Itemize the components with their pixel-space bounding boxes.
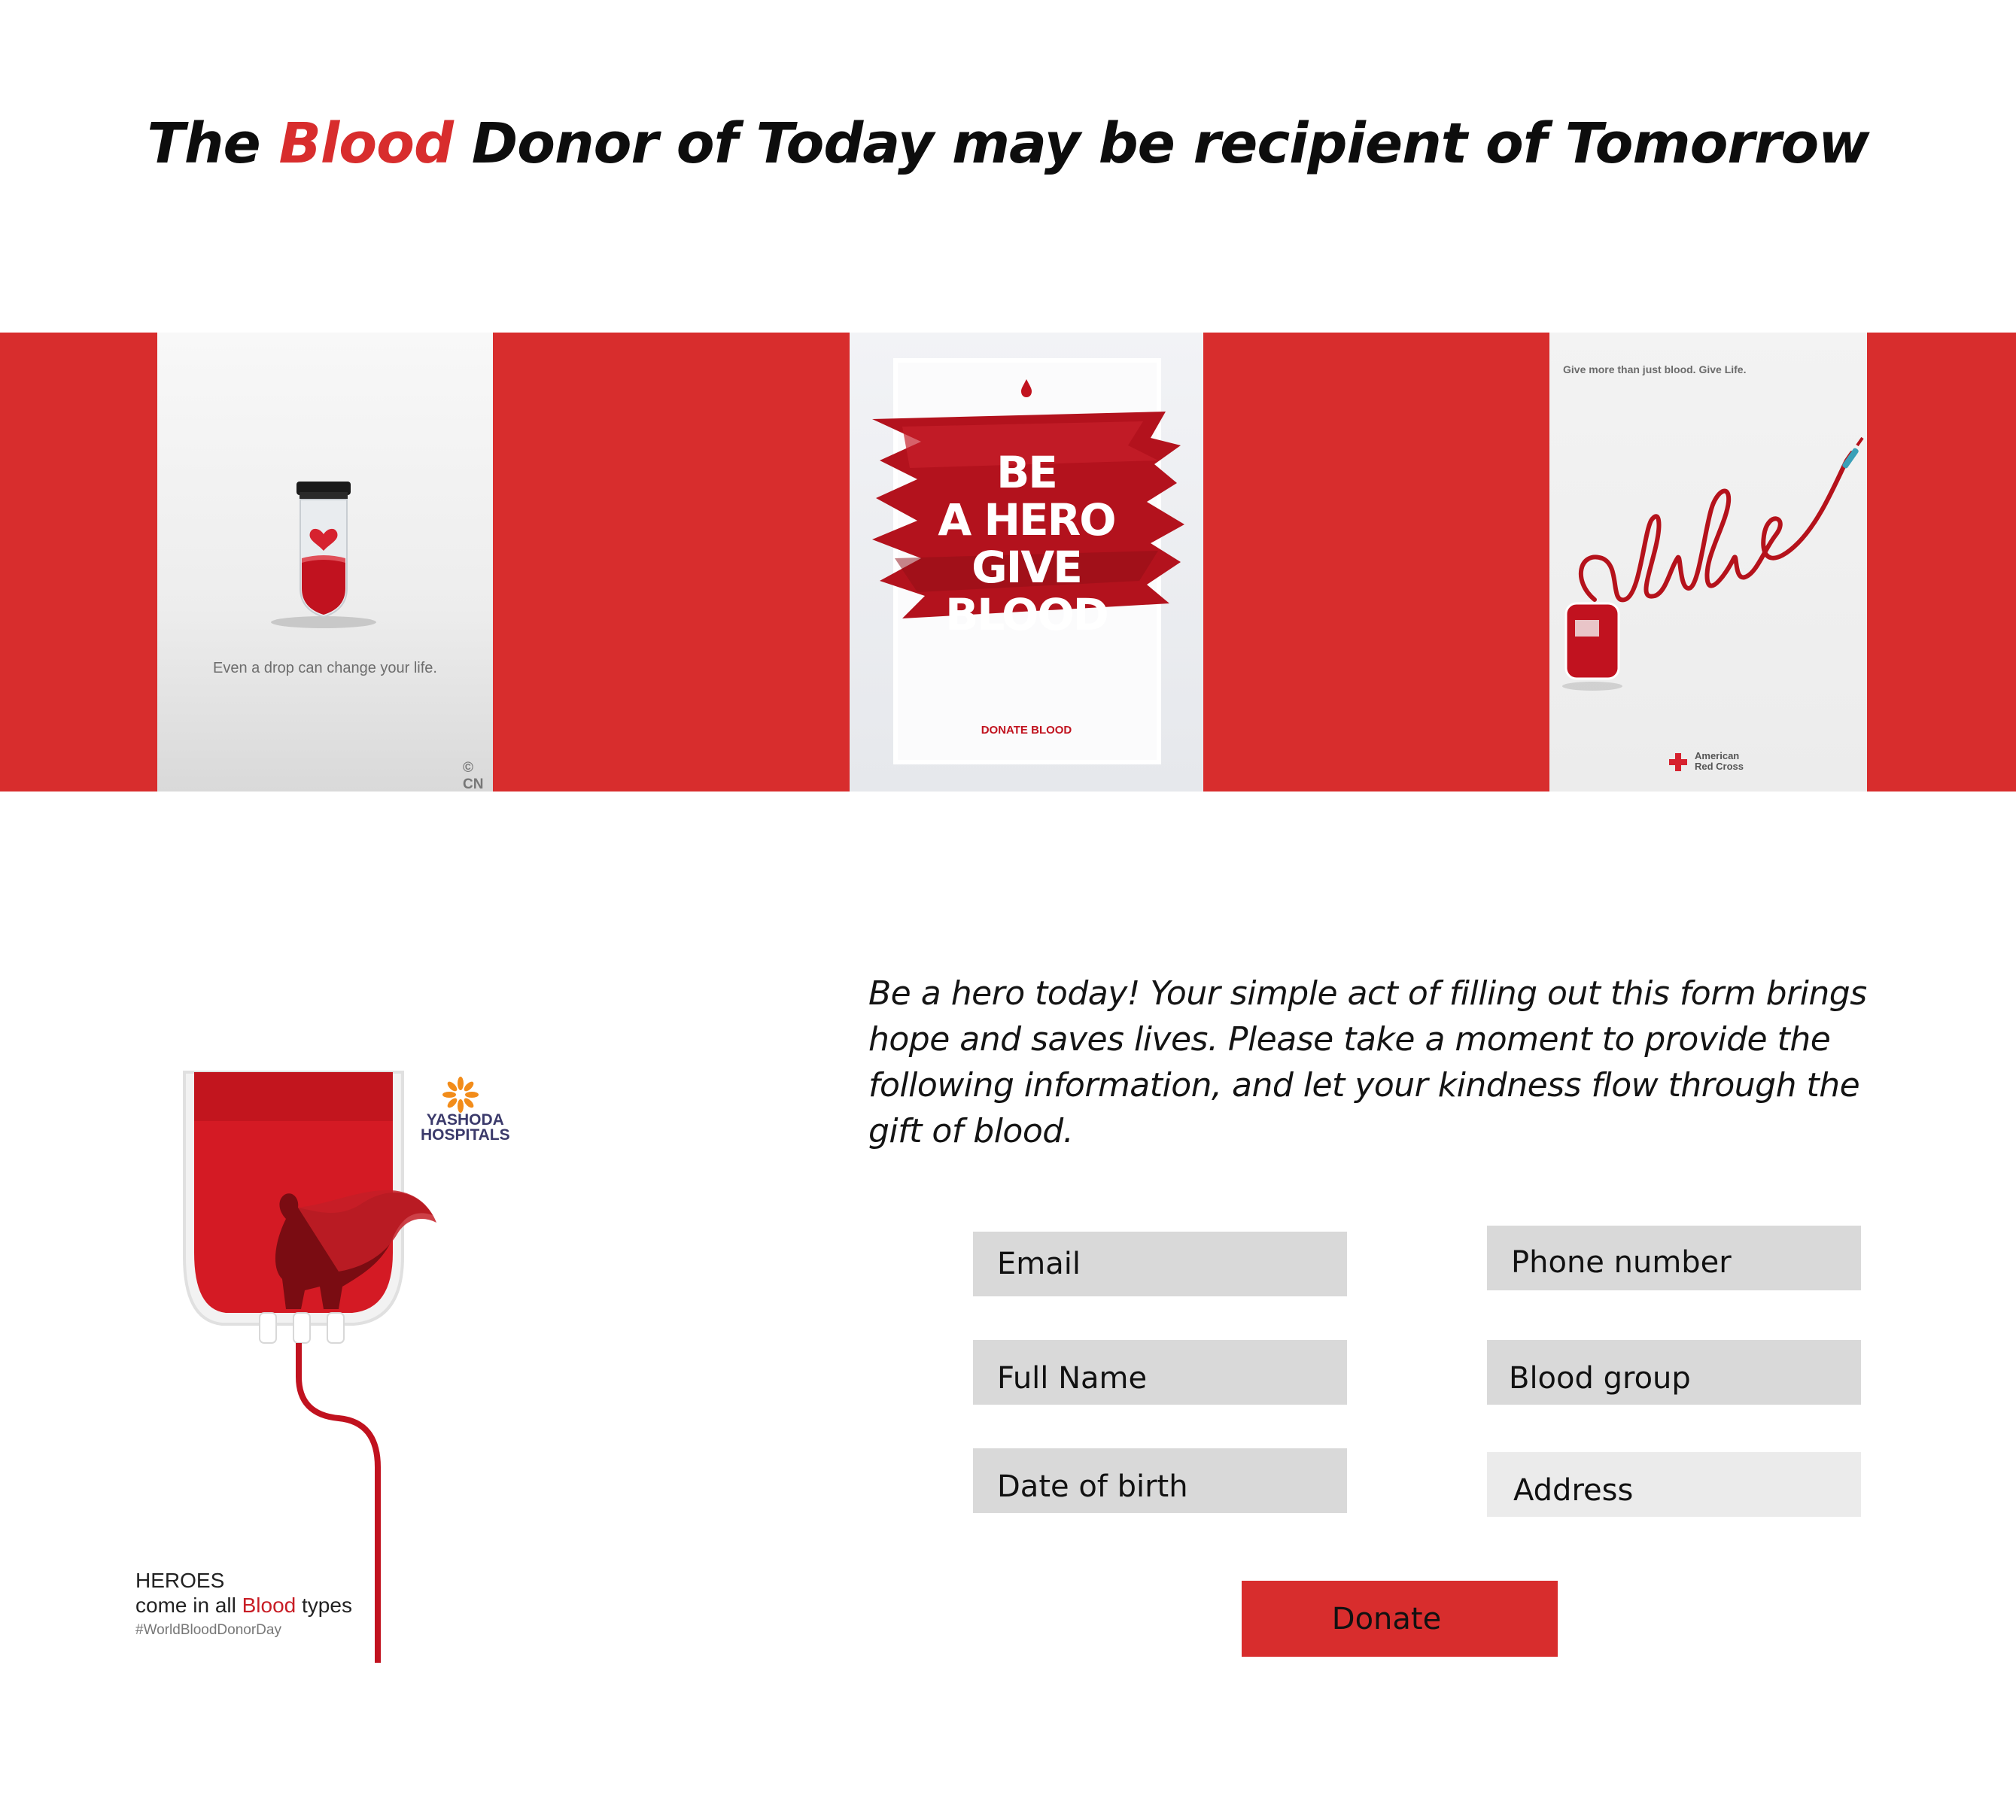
blood-drop-icon [1021, 379, 1032, 397]
email-field[interactable]: Email [973, 1232, 1347, 1296]
poster-banner: Even a drop can change your life. © CN B… [0, 333, 2016, 792]
red-cross-icon [1669, 753, 1687, 771]
hero-poster: YASHODA HOSPITALS HEROES come in all Blo… [113, 1061, 534, 1678]
hero-brand-line: HOSPITALS [421, 1126, 510, 1144]
hero-caption: HEROES come in all Blood types [135, 1568, 352, 1618]
poster-3-organization: American Red Cross [1695, 751, 1744, 772]
hero-caption-end: types [296, 1594, 352, 1617]
headline-accent: Blood [278, 111, 454, 176]
address-field[interactable]: Address [1487, 1452, 1861, 1517]
blood-group-field[interactable]: Blood group [1487, 1340, 1861, 1405]
poster-give-life: Give more than just blood. Give Life. Am… [1549, 333, 1867, 792]
intro-line: Be a hero today! Your simple act of fill… [868, 974, 1867, 1013]
email-field-label: Email [997, 1247, 1081, 1281]
headline-start: The [147, 111, 279, 176]
hero-brand: YASHODA HOSPITALS [421, 1111, 510, 1144]
hero-caption-start: come in all [135, 1594, 242, 1617]
headline-end: Donor of Today may be recipient of Tomor… [452, 111, 1870, 176]
form-intro: Be a hero today! Your simple act of fill… [868, 971, 1997, 1154]
date-of-birth-field[interactable]: Date of birth [973, 1448, 1347, 1513]
hero-brand-line: YASHODA [426, 1111, 504, 1129]
phone-field[interactable]: Phone number [1487, 1226, 1861, 1290]
intro-line: following information, and let your kind… [868, 1066, 1860, 1104]
hero-caption-accent: Blood [242, 1594, 296, 1617]
poster-test-tube: Even a drop can change your life. © CN [157, 333, 493, 792]
poster-2-footer: DONATE BLOOD [981, 724, 1072, 737]
hero-caption-line: HEROES [135, 1569, 225, 1592]
page-headline: The Blood Donor of Today may be recipien… [0, 111, 2016, 176]
poster-be-a-hero: BE A HERO GIVE BLOOD DONATE BLOOD [850, 333, 1203, 792]
poster-2-line: GIVE [972, 542, 1083, 593]
poster-1-credit: © CN [463, 760, 484, 792]
life-tube-illustration [1562, 436, 1864, 691]
donate-button[interactable]: Donate [1242, 1581, 1558, 1657]
full-name-field-label: Full Name [997, 1361, 1148, 1396]
poster-2-line: BLOOD [945, 589, 1109, 640]
intro-line: hope and saves lives. Please take a mome… [868, 1020, 1831, 1059]
phone-field-label: Phone number [1511, 1245, 1732, 1280]
poster-3-org-line: Red Cross [1695, 761, 1744, 772]
test-tube-illustration [271, 482, 376, 628]
date-of-birth-field-label: Date of birth [997, 1469, 1188, 1504]
poster-2-slogan: BE A HERO GIVE BLOOD [850, 449, 1203, 639]
address-field-label: Address [1513, 1473, 1634, 1508]
blood-group-field-label: Blood group [1509, 1361, 1691, 1396]
poster-2-line: A HERO [938, 494, 1116, 545]
hero-caption-line: come in all Blood types [135, 1593, 352, 1618]
intro-line: gift of blood. [868, 1112, 1074, 1150]
poster-3-org-line: American [1695, 750, 1740, 761]
full-name-field[interactable]: Full Name [973, 1340, 1347, 1405]
yashoda-logo-icon [442, 1077, 479, 1113]
poster-1-caption: Even a drop can change your life. [213, 660, 437, 676]
poster-2-line: BE [996, 447, 1058, 498]
hero-hashtag: #WorldBloodDonorDay [135, 1622, 281, 1638]
